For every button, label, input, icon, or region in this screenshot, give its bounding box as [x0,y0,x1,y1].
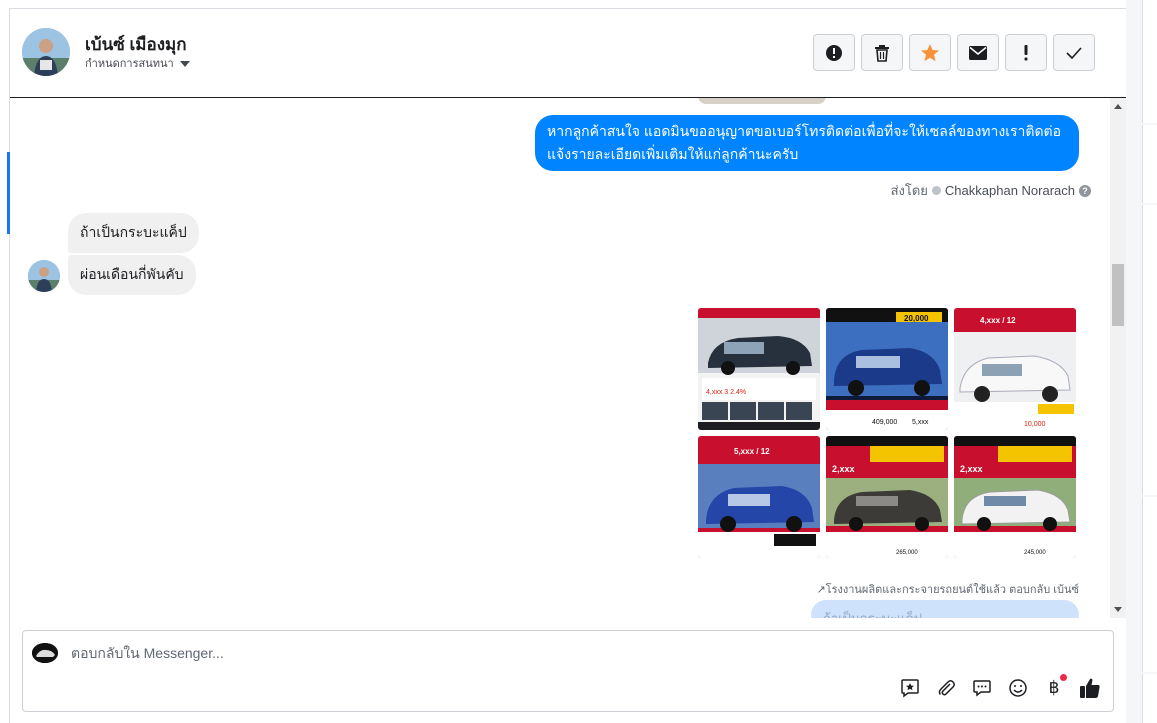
attach-button[interactable] [935,677,957,699]
svg-text:5,xxx / 12: 5,xxx / 12 [734,447,770,456]
chat-bubble-icon [973,680,991,697]
sent-by-info: ส่งโดย Chakkaphan Norarach ? [891,180,1091,201]
exclamation-icon [1024,44,1028,60]
sidebar-card [1142,0,1157,123]
sent-by-prefix: ส่งโดย [890,183,928,198]
message-input[interactable] [71,645,771,661]
follow-up-button[interactable] [1005,34,1047,71]
notification-dot [1060,674,1067,681]
svg-text:245,000: 245,000 [1024,550,1046,556]
scroll-thumb[interactable] [1112,264,1124,326]
svg-text:20,000: 20,000 [904,314,929,323]
saved-reply-icon [901,679,919,698]
saved-replies-button[interactable] [899,677,921,699]
car-ad-image[interactable]: 2,xxx 245,000 [954,436,1076,558]
mark-done-button[interactable] [1053,34,1095,71]
svg-text:10,000: 10,000 [1024,421,1046,428]
thumbs-up-icon [1080,678,1100,698]
page-avatar [32,643,58,663]
verified-icon [931,186,941,195]
svg-text:2,xxx: 2,xxx [960,464,983,474]
inbox-app: เบ้นซ์ เมืองมุก กำหนดการสนทนา หากลูกค้าส… [0,0,1157,723]
like-button[interactable] [1079,677,1101,699]
payment-button[interactable]: ฿ [1043,674,1067,699]
delete-button[interactable] [861,34,903,71]
conversation-actions [813,34,1095,71]
assign-conversation-dropdown[interactable]: กำหนดการสนทนา [85,54,190,72]
emoji-button[interactable] [1007,677,1029,699]
help-icon[interactable]: ? [1079,184,1091,197]
mark-unread-button[interactable] [957,34,999,71]
sidebar-card [1142,497,1157,672]
mail-icon [969,45,987,60]
thread-scrollbar[interactable] [1110,98,1126,618]
sidebar-card [1142,125,1157,203]
sidebar-card [1142,674,1157,723]
car-ad-image[interactable]: 20,000 409,000 5,xxx [826,308,948,430]
svg-text:409,000: 409,000 [872,419,897,426]
outgoing-message: หากลูกค้าสนใจ แอดมินขออนุญาตขอเบอร์โทรติ… [535,115,1079,171]
car-ad-image[interactable]: 5,xxx / 12 [698,436,820,558]
outgoing-message-partial: ถ้าเป็นกระบะแค็ป [811,600,1079,618]
car-ad-image[interactable]: 4,xxx 3 2.4% [698,308,820,430]
previous-image-fragment [698,98,826,104]
svg-text:4,xxx 3 2.4%: 4,xxx 3 2.4% [706,389,746,396]
alert-circle-icon [826,44,842,61]
composer-tools: ฿ [899,674,1101,699]
image-attachment-grid: 4,xxx 3 2.4% 20,000 409,000 5,xxx 4,xxx … [698,308,1078,560]
check-icon [1066,46,1082,59]
star-button[interactable] [909,34,951,71]
message-thread[interactable]: หากลูกค้าสนใจ แอดมินขออนุญาตขอเบอร์โทรติ… [10,98,1110,618]
sidebar-card [1142,205,1157,495]
scroll-down-icon[interactable] [1114,607,1122,612]
contact-avatar[interactable] [22,28,70,76]
sender-name[interactable]: Chakkaphan Norarach [945,183,1075,198]
scroll-up-icon[interactable] [1114,104,1122,109]
svg-text:5,xxx: 5,xxx [912,419,929,426]
mark-spam-button[interactable] [813,34,855,71]
svg-text:2,xxx: 2,xxx [832,464,855,474]
incoming-message: ผ่อนเดือนกี่พันคับ [68,255,196,295]
message-composer: ฿ [22,630,1114,712]
caret-down-icon [179,60,190,67]
assign-label: กำหนดการสนทนา [85,58,174,70]
contact-avatar-small [28,260,60,292]
car-ad-image[interactable]: 4,xxx / 12 10,000 [954,308,1076,430]
reply-note: ↗โรงงานผลิตและกระจายรถยนต์ใช้แล้ว ตอบกลั… [816,584,1079,596]
svg-text:4,xxx / 12: 4,xxx / 12 [980,316,1016,325]
quick-replies-button[interactable] [971,677,993,699]
star-icon [921,43,939,61]
baht-icon: ฿ [1048,678,1060,698]
attachment-icon [938,680,955,696]
incoming-message: ถ้าเป็นกระบะแค็ป [68,213,199,253]
conversation-header: เบ้นซ์ เมืองมุก กำหนดการสนทนา [10,9,1126,98]
car-ad-image[interactable]: 2,xxx 265,000 [826,436,948,558]
trash-icon [875,44,889,62]
emoji-icon [1009,679,1027,697]
svg-text:265,000: 265,000 [896,550,918,556]
